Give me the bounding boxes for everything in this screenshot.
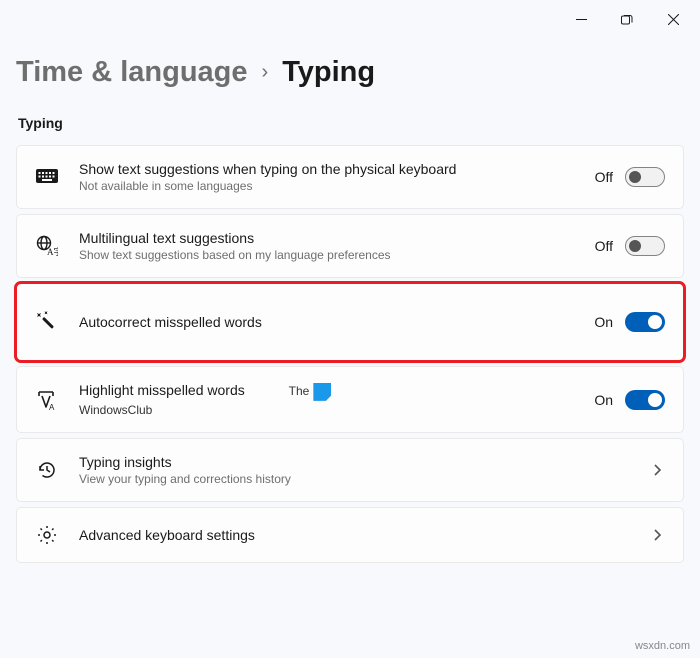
setting-row-text-suggestions[interactable]: Show text suggestions when typing on the…: [16, 145, 684, 209]
setting-title: Multilingual text suggestions: [79, 230, 575, 246]
section-label: Typing: [16, 111, 684, 145]
toggle-state-label: On: [594, 392, 613, 408]
magic-wand-icon: [35, 310, 59, 334]
svg-text:A: A: [49, 403, 55, 411]
toggle-group: On: [594, 390, 665, 410]
setting-subtitle: View your typing and corrections history: [79, 472, 629, 486]
setting-body: Show text suggestions when typing on the…: [79, 161, 575, 193]
setting-title: Show text suggestions when typing on the…: [79, 161, 575, 177]
keyboard-icon: [35, 165, 59, 189]
close-button[interactable]: [650, 3, 696, 35]
maximize-icon: [621, 13, 633, 25]
setting-row-multilingual[interactable]: A字 Multilingual text suggestions Show te…: [16, 214, 684, 278]
setting-row-autocorrect[interactable]: Autocorrect misspelled words On: [16, 283, 684, 361]
toggle-state-label: Off: [595, 169, 613, 185]
toggle-state-label: On: [594, 314, 613, 330]
setting-subtitle: Not available in some languages: [79, 179, 575, 193]
setting-body: Highlight misspelled words TheWindowsClu…: [79, 382, 574, 417]
chevron-right-icon: [649, 462, 665, 478]
setting-row-highlight-misspelled[interactable]: A Highlight misspelled words TheWindowsC…: [16, 366, 684, 433]
setting-title-text: Highlight misspelled words: [79, 382, 245, 398]
setting-subtitle: Show text suggestions based on my langua…: [79, 248, 575, 262]
setting-body: Typing insights View your typing and cor…: [79, 454, 629, 486]
gear-icon: [35, 523, 59, 547]
setting-body: Autocorrect misspelled words: [79, 314, 574, 330]
toggle-group: Off: [595, 167, 665, 187]
history-icon: [35, 458, 59, 482]
svg-text:A字: A字: [47, 246, 58, 257]
source-credit: wsxdn.com: [635, 640, 690, 652]
setting-title: Typing insights: [79, 454, 629, 470]
minimize-icon: [576, 14, 587, 25]
settings-page: Time & language › Typing Typing Show tex…: [0, 38, 700, 563]
toggle-switch[interactable]: [625, 312, 665, 332]
setting-row-typing-insights[interactable]: Typing insights View your typing and cor…: [16, 438, 684, 502]
globe-language-icon: A字: [35, 234, 59, 258]
toggle-switch[interactable]: [625, 167, 665, 187]
window-controls: [0, 0, 700, 38]
chevron-right-icon: [649, 527, 665, 543]
setting-body: Multilingual text suggestions Show text …: [79, 230, 575, 262]
spellcheck-icon: A: [35, 388, 59, 412]
breadcrumb-parent[interactable]: Time & language: [16, 56, 248, 89]
breadcrumb: Time & language › Typing: [16, 38, 684, 111]
windowsclub-logo-icon: [313, 383, 331, 401]
toggle-state-label: Off: [595, 238, 613, 254]
close-icon: [668, 14, 679, 25]
setting-body: Advanced keyboard settings: [79, 527, 629, 543]
breadcrumb-separator-icon: ›: [262, 61, 269, 84]
setting-title: Advanced keyboard settings: [79, 527, 629, 543]
setting-title: Autocorrect misspelled words: [79, 314, 574, 330]
breadcrumb-current: Typing: [282, 56, 375, 89]
setting-row-advanced-keyboard[interactable]: Advanced keyboard settings: [16, 507, 684, 563]
maximize-button[interactable]: [604, 3, 650, 35]
toggle-group: Off: [595, 236, 665, 256]
minimize-button[interactable]: [558, 3, 604, 35]
setting-title: Highlight misspelled words TheWindowsClu…: [79, 382, 574, 417]
toggle-switch[interactable]: [625, 236, 665, 256]
toggle-switch[interactable]: [625, 390, 665, 410]
toggle-group: On: [594, 312, 665, 332]
